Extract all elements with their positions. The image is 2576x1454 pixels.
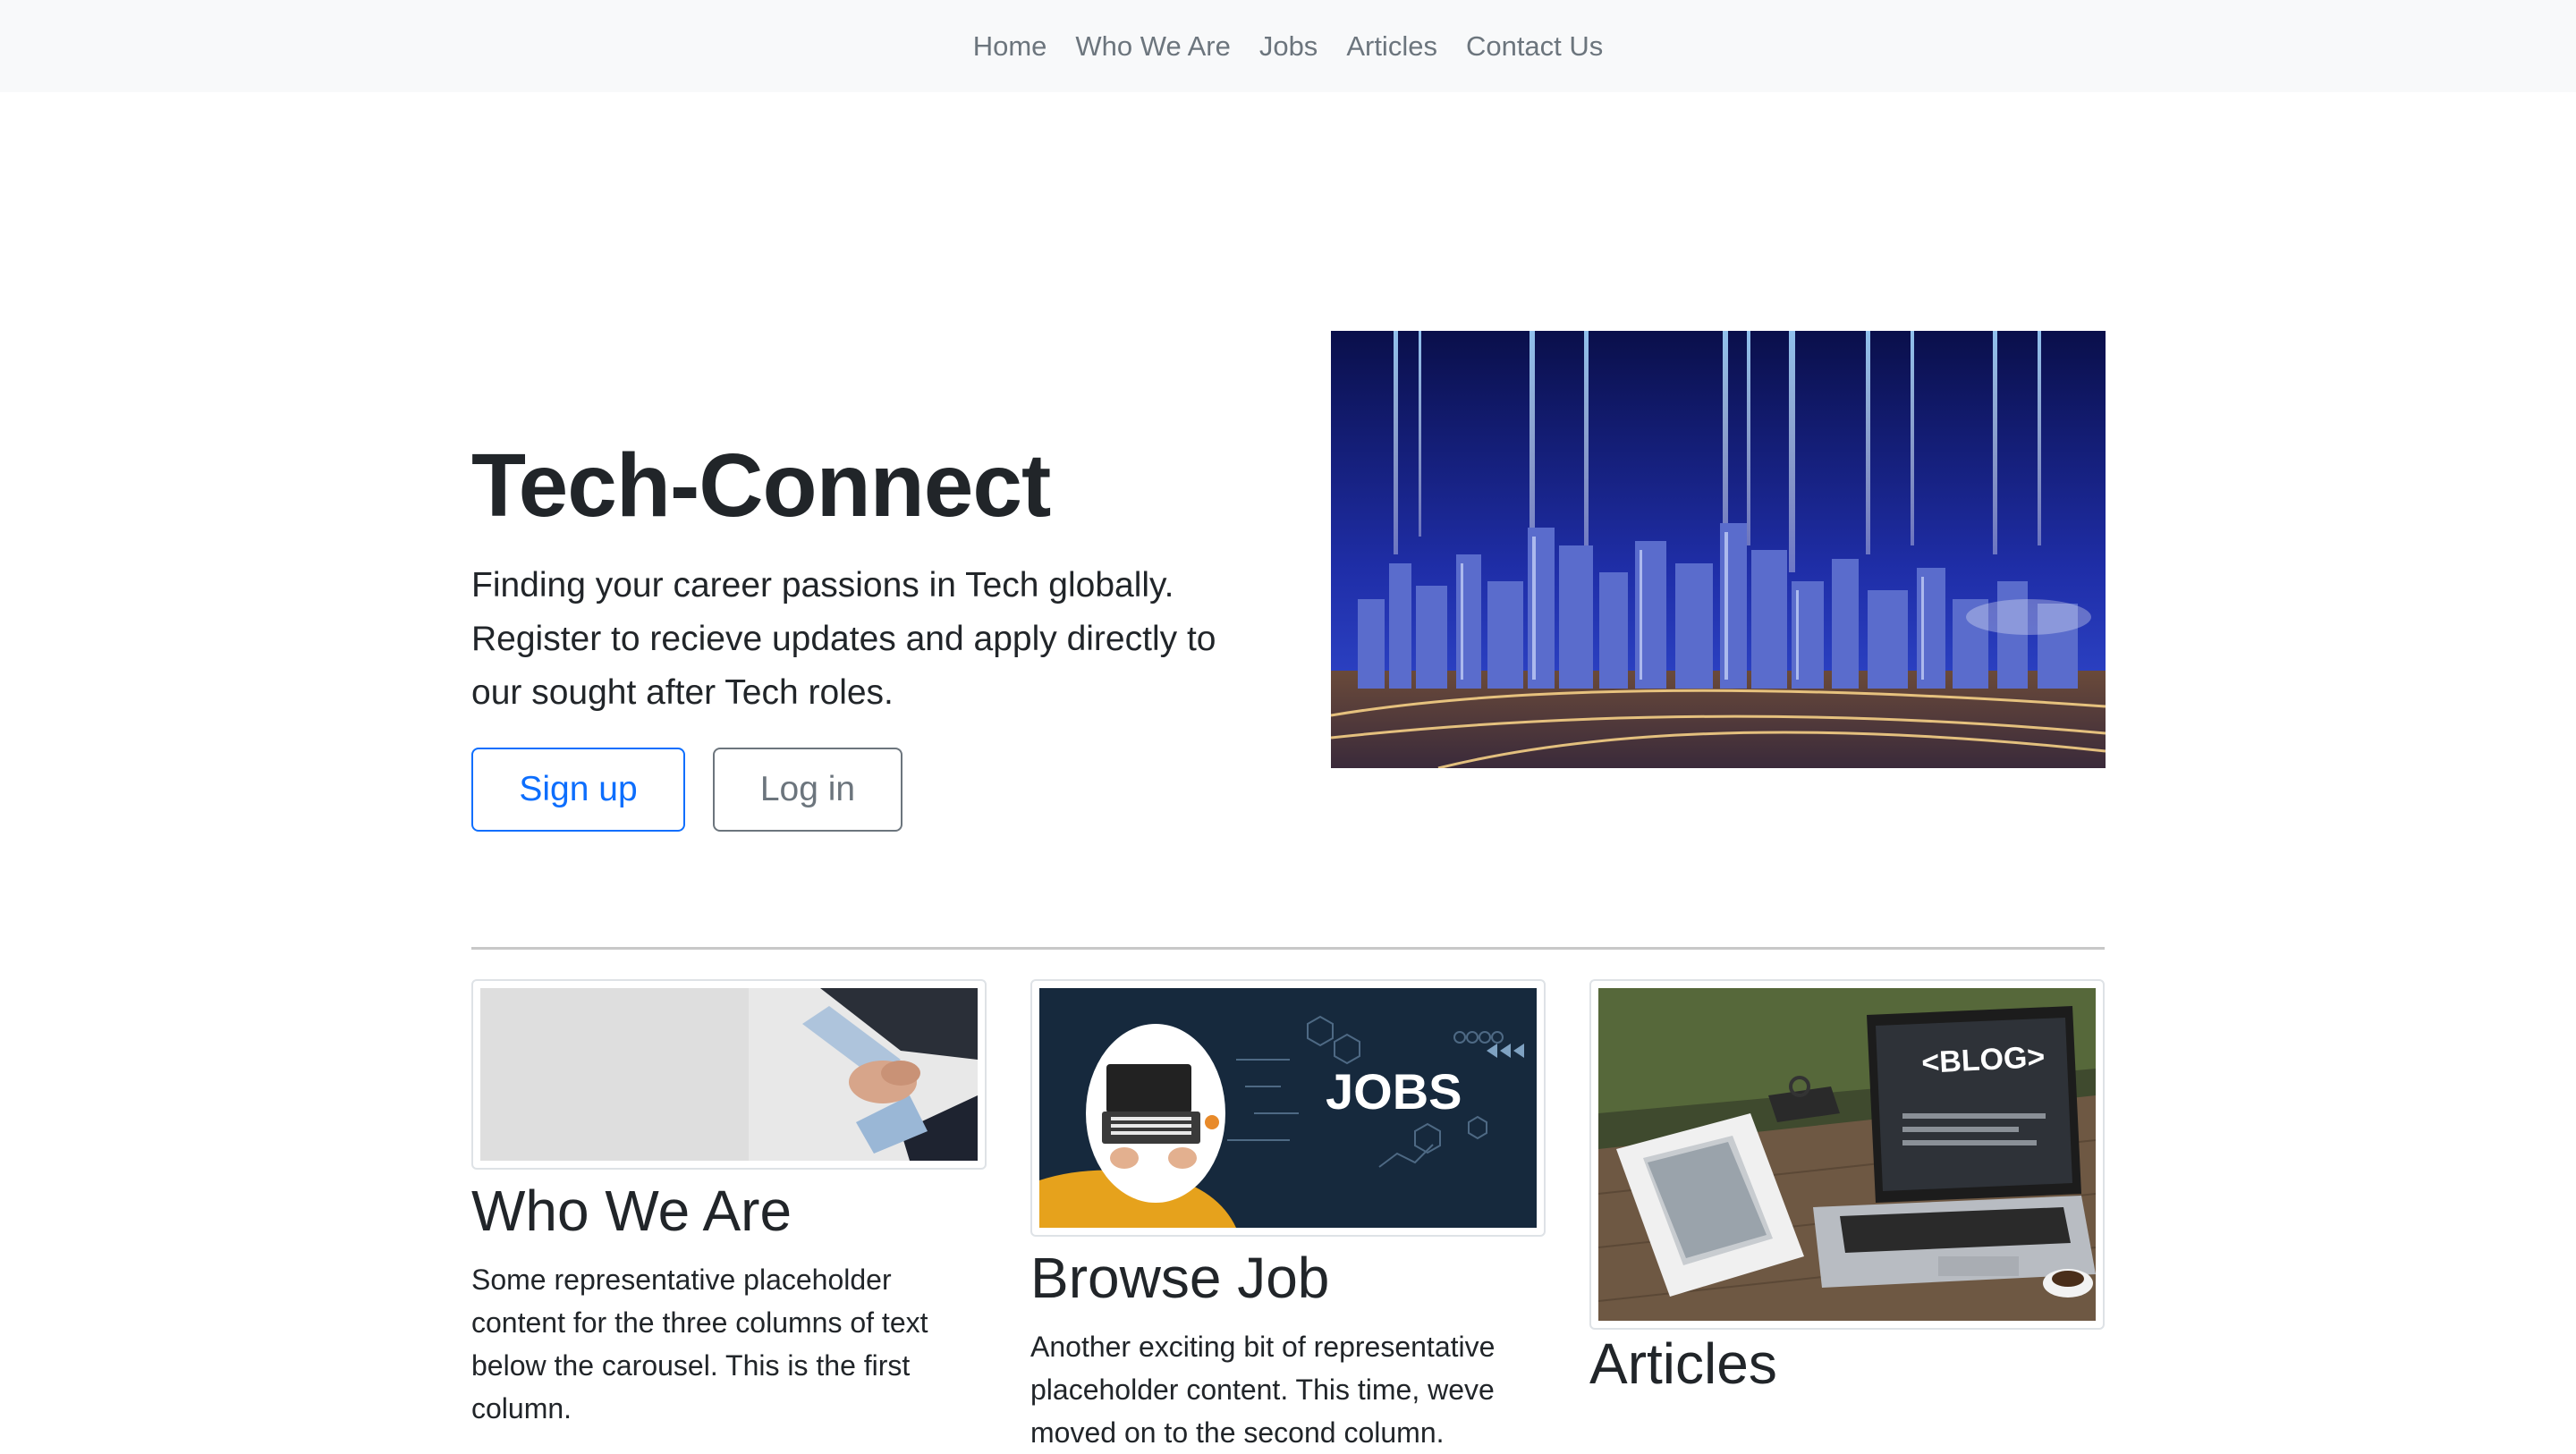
- nav-articles[interactable]: Articles: [1346, 23, 1437, 70]
- card-text-who-we-are: Some representative placeholder content …: [471, 1263, 928, 1424]
- card-articles: <BLOG> Articles: [1589, 979, 2105, 1411]
- hero-lead: Finding your career passions in Tech glo…: [471, 566, 1216, 712]
- nav-who-we-are[interactable]: Who We Are: [1075, 23, 1230, 70]
- hero-city-image: [1331, 331, 2106, 768]
- hero-title: Tech-Connect: [471, 435, 1051, 536]
- blog-image: <BLOG>: [1589, 979, 2105, 1330]
- top-navbar: Home Who We Are Jobs Articles Contact Us: [0, 0, 2576, 92]
- jobs-image: JOBS: [1030, 979, 1546, 1237]
- card-title-browse-job: Browse Job: [1030, 1246, 1330, 1310]
- blog-image-text: <BLOG>: [1920, 1040, 2046, 1080]
- card-text-browse-job: Another exciting bit of representative p…: [1030, 1330, 1496, 1449]
- card-browse-job: JOBS Browse Job Another exciting bit of …: [1030, 979, 1546, 1454]
- who-we-are-image: [471, 979, 987, 1170]
- signup-button[interactable]: Sign up: [471, 748, 685, 832]
- login-button[interactable]: Log in: [713, 748, 902, 832]
- jobs-image-text: JOBS: [1326, 1063, 1462, 1120]
- nav-jobs[interactable]: Jobs: [1259, 23, 1318, 70]
- nav-home[interactable]: Home: [973, 23, 1047, 70]
- nav-contact-us[interactable]: Contact Us: [1466, 23, 1603, 70]
- card-who-we-are: Who We Are Some representative placehold…: [471, 979, 987, 1430]
- card-title-articles: Articles: [1589, 1331, 1777, 1396]
- card-title-who-we-are: Who We Are: [471, 1179, 792, 1243]
- section-divider: [471, 947, 2105, 950]
